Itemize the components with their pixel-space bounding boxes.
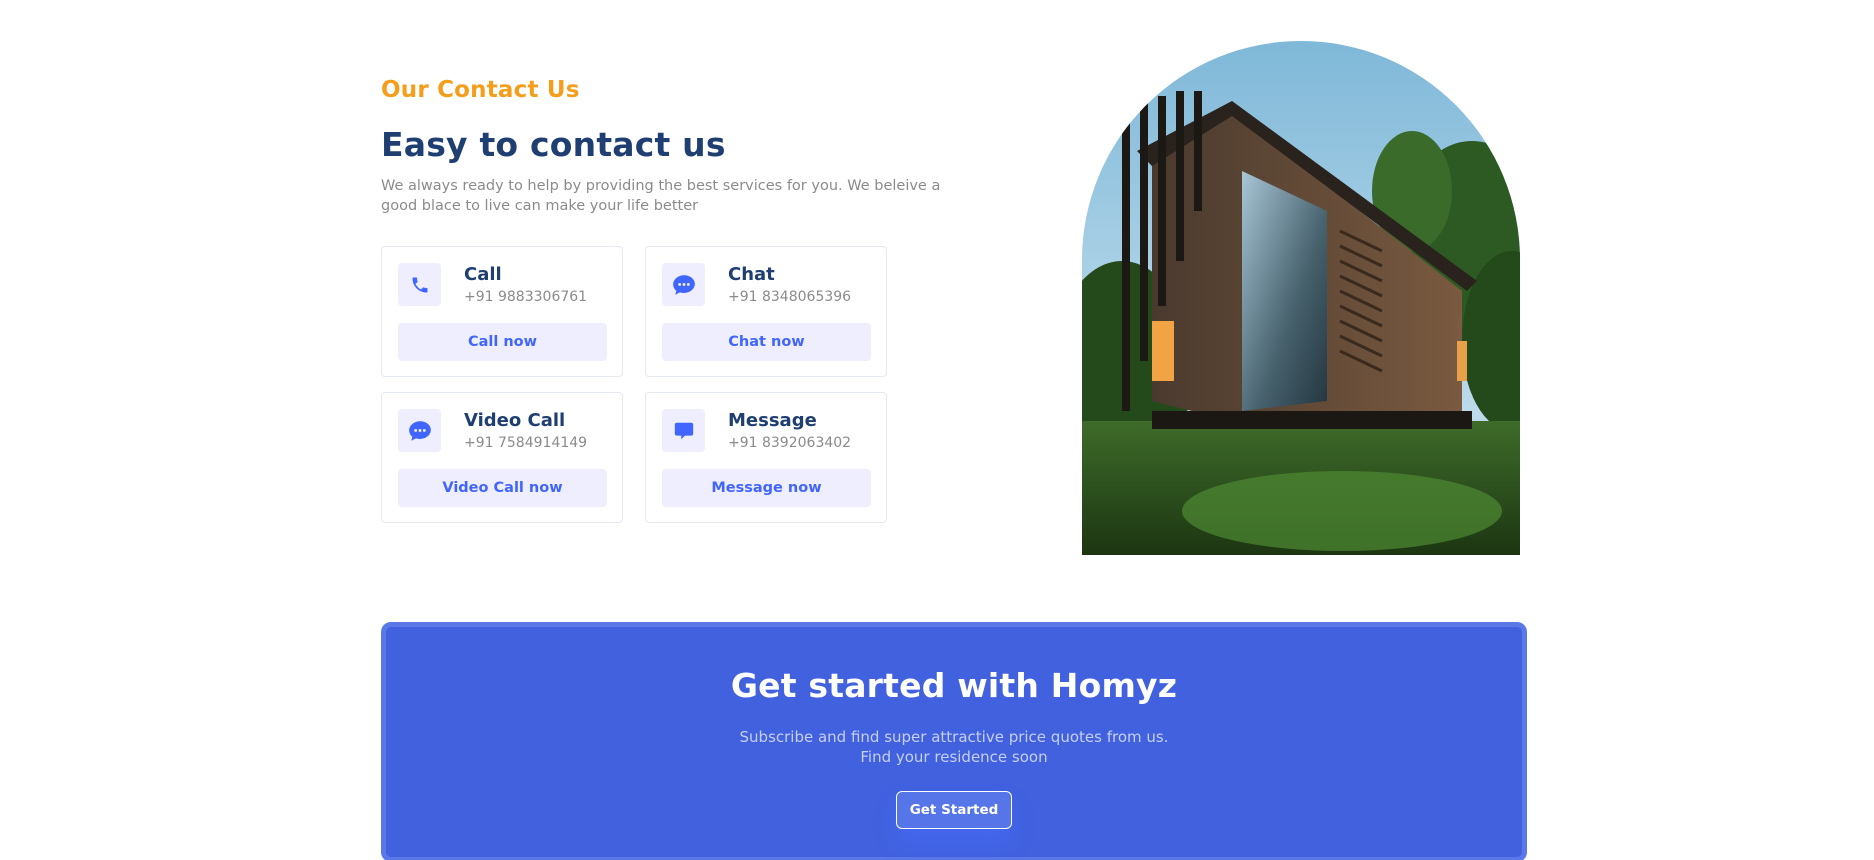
message-now-button[interactable]: Message now (662, 469, 871, 507)
card-phone: +91 7584914149 (464, 435, 588, 451)
chat-now-button[interactable]: Chat now (662, 323, 871, 361)
banner-title: Get started with Homyz (730, 666, 1178, 705)
section-eyebrow: Our Contact Us (381, 77, 580, 103)
card-name: Message (728, 410, 817, 431)
card-name: Video Call (464, 410, 566, 431)
phone-icon (398, 263, 441, 306)
contact-intro: Our Contact Us Easy to contact us We alw… (381, 74, 981, 216)
contact-card-chat: Chat +91 8348065396 Chat now (645, 246, 887, 377)
section-description: We always ready to help by providing the… (381, 178, 941, 214)
chat-bubble-icon (662, 263, 705, 306)
card-phone: +91 8392063402 (728, 435, 852, 451)
house-image (1082, 41, 1520, 555)
card-phone: +91 8348065396 (728, 289, 852, 305)
video-call-now-button[interactable]: Video Call now (398, 469, 607, 507)
banner-subtitle-line-2: Find your residence soon (860, 748, 1048, 766)
call-now-button[interactable]: Call now (398, 323, 607, 361)
card-phone: +91 9883306761 (464, 289, 588, 305)
chat-bubble-icon (398, 409, 441, 452)
banner-subtitle-line-1: Subscribe and find super attractive pric… (739, 728, 1169, 746)
contact-card-call: Call +91 9883306761 Call now (381, 246, 623, 377)
contact-card-video-call: Video Call +91 7584914149 Video Call now (381, 392, 623, 523)
section-title: Easy to contact us (381, 125, 726, 164)
contact-section: Our Contact Us Easy to contact us We alw… (0, 0, 1874, 600)
message-icon (662, 409, 705, 452)
contact-card-message: Message +91 8392063402 Message now (645, 392, 887, 523)
get-started-button[interactable]: Get Started (896, 791, 1012, 829)
get-started-banner: Get started with Homyz Subscribe and fin… (381, 622, 1527, 860)
banner-subtitle: Subscribe and find super attractive pric… (386, 727, 1522, 767)
card-name: Chat (728, 264, 775, 285)
card-name: Call (464, 264, 502, 285)
